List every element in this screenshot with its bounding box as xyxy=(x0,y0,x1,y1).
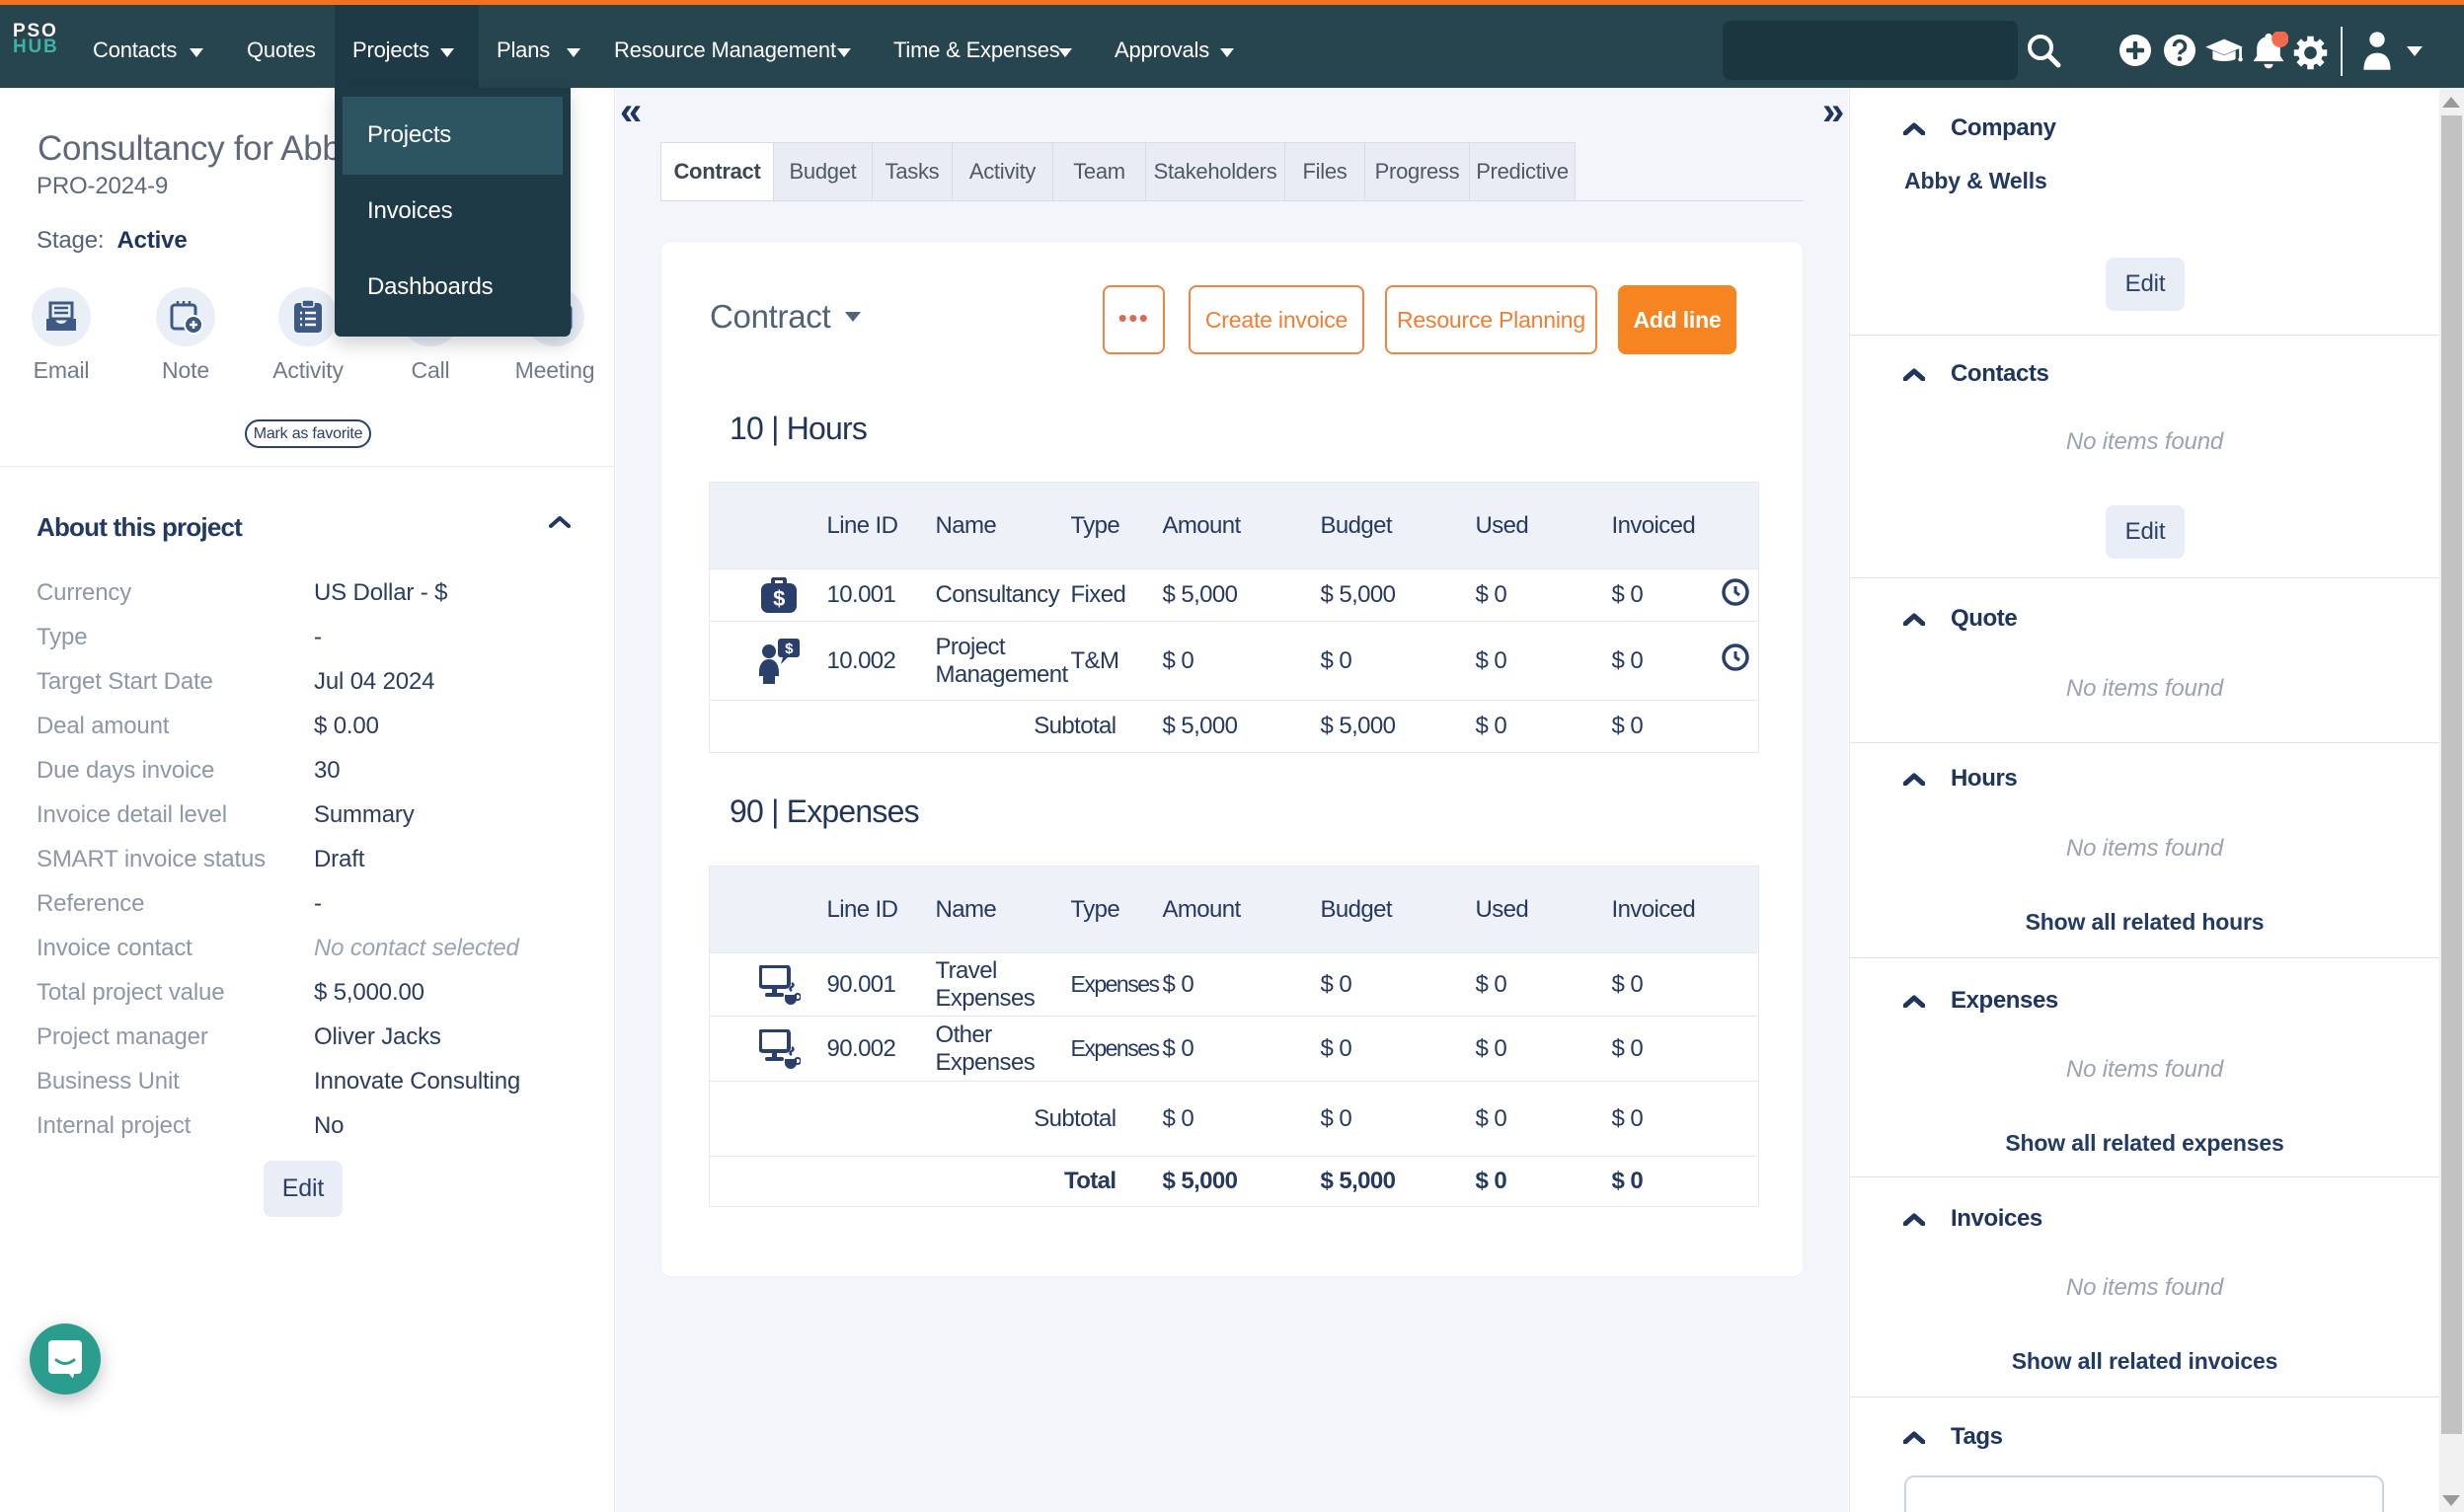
svg-text:$: $ xyxy=(773,586,785,611)
svg-text:$: $ xyxy=(785,641,794,657)
